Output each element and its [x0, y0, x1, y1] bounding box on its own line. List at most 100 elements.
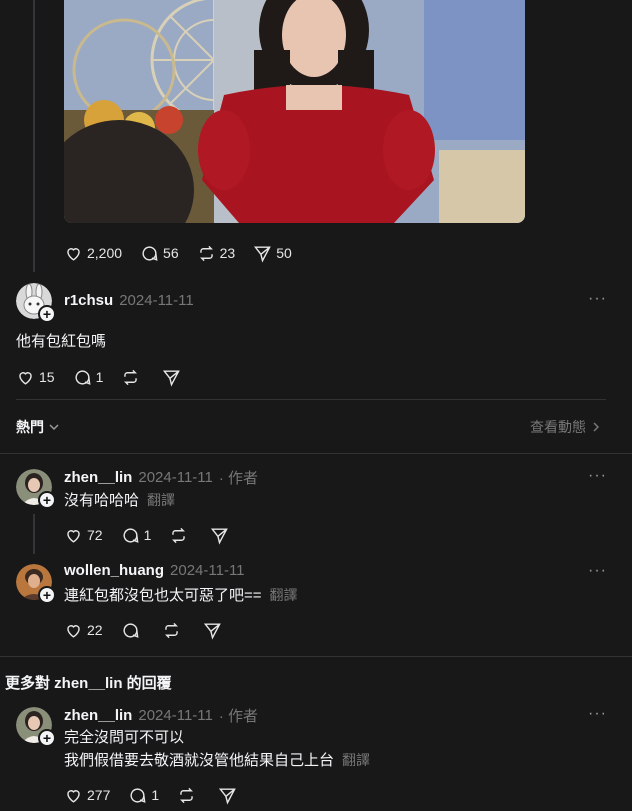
comment-actions: 72 1	[64, 524, 251, 546]
view-activity-link[interactable]: 查看動態	[530, 417, 602, 437]
share-button[interactable]	[210, 526, 233, 545]
repost-button[interactable]	[162, 621, 185, 640]
more-icon[interactable]: ···	[588, 562, 607, 580]
comment-icon	[142, 245, 158, 261]
chevron-down-icon	[49, 424, 59, 431]
thread-line	[33, 0, 35, 272]
like-count: 72	[87, 527, 103, 543]
author-tag: · 作者	[218, 708, 259, 725]
username[interactable]: zhen__lin	[64, 469, 132, 486]
share-button[interactable]	[218, 786, 241, 805]
avatar[interactable]: +	[16, 469, 56, 509]
comment-icon	[75, 369, 91, 385]
comment-button[interactable]: 1	[73, 368, 104, 387]
share-button[interactable]: 50	[253, 244, 292, 263]
repost-button[interactable]: 23	[197, 244, 236, 263]
like-button[interactable]: 277	[64, 786, 110, 805]
follow-plus-icon[interactable]: +	[38, 586, 56, 604]
comment-actions: 22	[64, 619, 244, 641]
divider	[0, 453, 632, 454]
translate-link[interactable]: 翻譯	[342, 752, 370, 768]
username[interactable]: r1chsu	[64, 292, 113, 309]
like-count: 15	[39, 369, 55, 385]
share-icon	[211, 527, 229, 545]
comment-count: 1	[151, 787, 160, 803]
share-button[interactable]	[162, 368, 185, 387]
heart-icon	[19, 371, 32, 385]
follow-plus-icon[interactable]: +	[38, 305, 56, 323]
like-count: 22	[87, 622, 103, 638]
like-button[interactable]: 15	[16, 368, 55, 387]
heart-icon	[67, 247, 80, 261]
thread-line	[33, 514, 35, 554]
more-replies-heading: 更多對 zhen__lin 的回覆	[5, 675, 172, 692]
like-button[interactable]: 22	[64, 621, 103, 640]
comment-text-line1: 完全沒問可不可以	[64, 729, 185, 746]
main-post-actions: 2,200 56 23 50	[64, 242, 310, 264]
view-activity-label: 查看動態	[530, 419, 586, 435]
post-date[interactable]: 2024-11-11	[119, 292, 194, 309]
follow-plus-icon[interactable]: +	[38, 491, 56, 509]
like-button[interactable]: 72	[64, 526, 103, 545]
avatar[interactable]: +	[16, 707, 56, 747]
comment-actions: 277 1	[64, 784, 259, 806]
repost-icon	[164, 622, 178, 638]
username[interactable]: zhen__lin	[64, 707, 132, 724]
comment-count: 1	[143, 527, 152, 543]
comment-button[interactable]	[121, 621, 144, 640]
more-icon[interactable]: ···	[588, 467, 607, 485]
post-date[interactable]: 2024-11-11	[138, 707, 213, 724]
comment-text-row: 連紅包都沒包也太可惡了吧== 翻譯	[64, 584, 298, 607]
share-icon	[163, 369, 181, 387]
comment-text-row: 沒有哈哈哈 翻譯	[64, 489, 175, 512]
comment-button[interactable]: 56	[140, 244, 179, 263]
avatar[interactable]: +	[16, 564, 56, 604]
repost-icon	[199, 245, 213, 261]
reply-actions: 15 1	[16, 366, 203, 388]
avatar[interactable]: +	[16, 283, 56, 323]
share-count: 50	[276, 245, 292, 261]
heart-icon	[67, 624, 80, 638]
repost-button[interactable]	[169, 526, 192, 545]
share-icon	[203, 622, 221, 640]
post-photo[interactable]	[64, 0, 525, 223]
repost-icon	[172, 527, 186, 543]
comment-count: 1	[95, 369, 104, 385]
comment-text: 沒有哈哈哈	[64, 492, 140, 509]
translate-link[interactable]: 翻譯	[270, 587, 298, 603]
heart-icon	[67, 789, 80, 803]
comment-text-row: 我們假借要去敬酒就沒管他結果自己上台 翻譯	[64, 749, 370, 772]
share-icon	[219, 787, 236, 805]
divider	[16, 399, 606, 400]
comment-icon	[123, 527, 139, 543]
post-date[interactable]: 2024-11-11	[170, 562, 245, 579]
comment-icon	[123, 622, 139, 638]
sort-dropdown[interactable]: 熱門	[16, 417, 60, 437]
repost-count: 23	[219, 245, 236, 261]
comment-button[interactable]: 1	[121, 526, 152, 545]
repost-icon	[180, 787, 194, 803]
more-icon[interactable]: ···	[588, 290, 607, 308]
repost-button[interactable]	[177, 786, 200, 805]
heart-icon	[67, 529, 80, 543]
like-count: 277	[87, 787, 111, 803]
like-button[interactable]: 2,200	[64, 244, 122, 263]
post-date[interactable]: 2024-11-11	[138, 469, 213, 486]
sort-label: 熱門	[16, 419, 44, 435]
reply-text: 他有包紅包嗎	[16, 333, 107, 350]
comment-icon	[130, 787, 146, 803]
author-tag: · 作者	[218, 470, 259, 487]
share-button[interactable]	[203, 621, 226, 640]
comment-count: 56	[163, 245, 179, 261]
follow-plus-icon[interactable]: +	[38, 729, 56, 747]
username[interactable]: wollen_huang	[64, 562, 164, 579]
translate-link[interactable]: 翻譯	[147, 492, 175, 508]
share-icon	[254, 245, 272, 263]
comment-text-line2: 我們假借要去敬酒就沒管他結果自己上台	[64, 752, 335, 769]
photo-illustration	[64, 0, 525, 223]
comment-button[interactable]: 1	[128, 786, 159, 805]
repost-icon	[124, 369, 138, 385]
repost-button[interactable]	[121, 368, 144, 387]
more-icon[interactable]: ···	[588, 705, 607, 723]
like-count: 2,200	[87, 245, 123, 261]
